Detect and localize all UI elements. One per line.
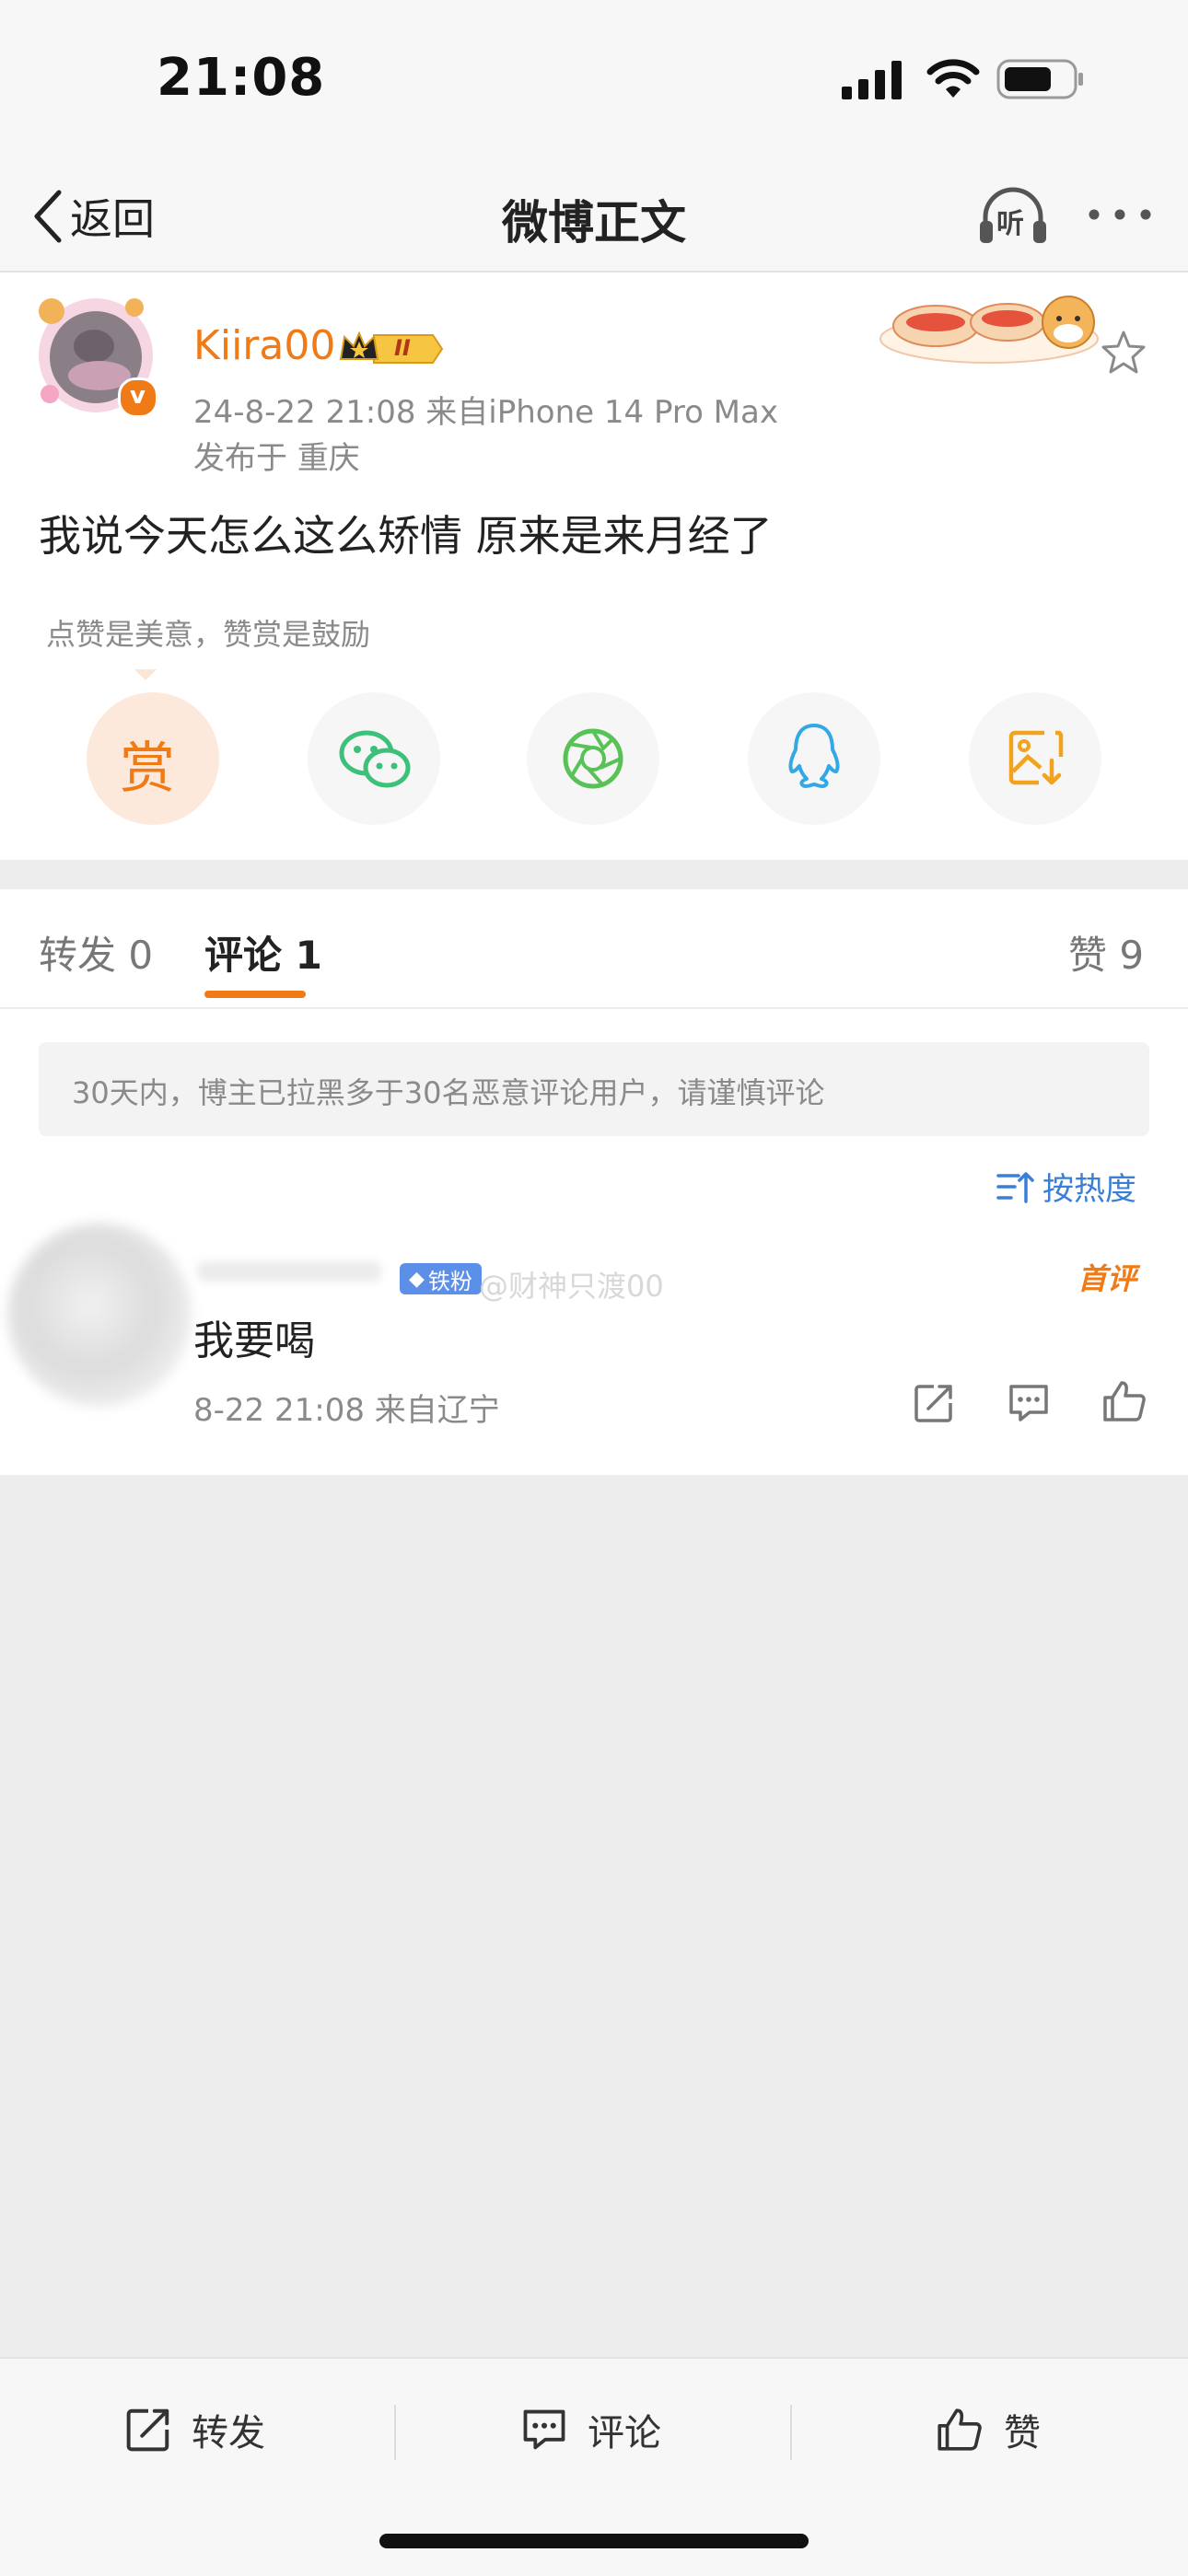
comment-notice-text: 30天内，博主已拉黑多于30名恶意评论用户，请谨慎评论 (72, 1075, 825, 1110)
comment-text: 我要喝 (193, 1317, 315, 1364)
repost-icon (126, 2408, 169, 2452)
comment-item: ◆ 铁粉 @财神只渡00 首评 我要喝 8-22 21:08 来自辽宁 (0, 1223, 1188, 1471)
comments-section: 30天内，博主已拉黑多于30名恶意评论用户，请谨慎评论 按热度 ◆ 铁粉 @财神… (0, 1009, 1188, 1475)
more-button[interactable] (1087, 201, 1153, 228)
save-image-button[interactable] (969, 692, 1101, 825)
share-moments-button[interactable] (527, 692, 659, 825)
post-text: 我说今天怎么这么矫情 原来是来月经了 (39, 511, 773, 561)
commenter-avatar[interactable] (7, 1223, 192, 1407)
qq-penguin-icon (788, 724, 840, 788)
listen-label: 听 (996, 208, 1024, 240)
comment-reply-icon[interactable] (1006, 1381, 1052, 1425)
first-comment-badge: 首评 (1077, 1261, 1137, 1296)
comment-notice: 30天内，博主已拉黑多于30名恶意评论用户，请谨慎评论 (39, 1042, 1149, 1136)
bottom-like-button[interactable]: 赞 (934, 2403, 1041, 2456)
battery-icon (996, 59, 1083, 99)
author-avatar[interactable]: v (33, 291, 158, 418)
post-location: 发布于 重庆 (193, 440, 360, 477)
decorative-sticker-icon (879, 296, 1099, 364)
nav-bar: 返回 微博正文 听 (0, 166, 1188, 273)
tab-repost[interactable]: 转发 0 (39, 924, 153, 981)
bottom-repost-label: 转发 (192, 2412, 265, 2454)
member-level-badge[interactable]: II (337, 330, 444, 368)
post-time-source: 24-8-22 21:08 来自iPhone 14 Pro Max (193, 394, 778, 431)
wifi-icon (926, 59, 980, 98)
reward-label: 赏 (120, 737, 175, 801)
fan-badge: ◆ 铁粉 (400, 1263, 482, 1294)
level-label: II (394, 335, 411, 361)
comment-like-icon[interactable] (1100, 1377, 1147, 1425)
bottom-comment-label: 评论 (588, 2412, 661, 2454)
bottom-comment-button[interactable]: 评论 (519, 2403, 661, 2456)
sort-label: 按热度 (1042, 1171, 1136, 1208)
crown-badge-icon (339, 331, 444, 364)
more-icon (1089, 209, 1151, 220)
wechat-icon (339, 730, 411, 788)
sort-icon (996, 1171, 1034, 1203)
status-bar: 21:08 (0, 0, 1188, 166)
moments-aperture-icon (563, 728, 623, 789)
listen-button[interactable]: 听 (978, 186, 1048, 249)
comment-meta: 8-22 21:08 来自辽宁 (193, 1392, 500, 1429)
comment-icon (523, 2409, 565, 2450)
status-time: 21:08 (157, 48, 326, 108)
diamond-icon: ◆ (409, 1267, 425, 1291)
divider (790, 2405, 792, 2460)
commenter-name-blurred[interactable] (197, 1261, 381, 1282)
watermark: @财神只渡00 (479, 1269, 664, 1304)
share-wechat-button[interactable] (308, 692, 440, 825)
favorite-star-icon[interactable] (1100, 330, 1147, 376)
reward-hint: 点赞是美意，赞赏是鼓励 (46, 617, 371, 652)
bottom-repost-button[interactable]: 转发 (123, 2403, 265, 2456)
post-card: v Kiira00 II 24-8-22 21:08 来自iPhone 14 P… (0, 273, 1188, 860)
verified-badge-icon: v (118, 377, 158, 418)
like-icon (938, 2408, 982, 2451)
hint-pointer (134, 668, 157, 681)
bottom-like-label: 赞 (1004, 2412, 1041, 2454)
sort-button[interactable]: 按热度 (995, 1164, 1136, 1209)
tab-comment[interactable]: 评论 1 (204, 924, 322, 981)
reward-button[interactable]: 赏 (87, 692, 219, 825)
save-image-icon (1008, 730, 1064, 785)
tab-like[interactable]: 赞 9 (1068, 924, 1144, 981)
share-qq-button[interactable] (748, 692, 880, 825)
comment-repost-icon[interactable] (912, 1381, 956, 1425)
fan-badge-label: 铁粉 (427, 1268, 472, 1294)
cellular-signal-icon (842, 61, 902, 99)
author-name[interactable]: Kiira00 (193, 322, 335, 369)
home-indicator (379, 2534, 809, 2548)
active-tab-indicator (204, 991, 306, 998)
post-tabs: 转发 0 评论 1 赞 9 (0, 889, 1188, 1009)
divider (394, 2405, 396, 2460)
